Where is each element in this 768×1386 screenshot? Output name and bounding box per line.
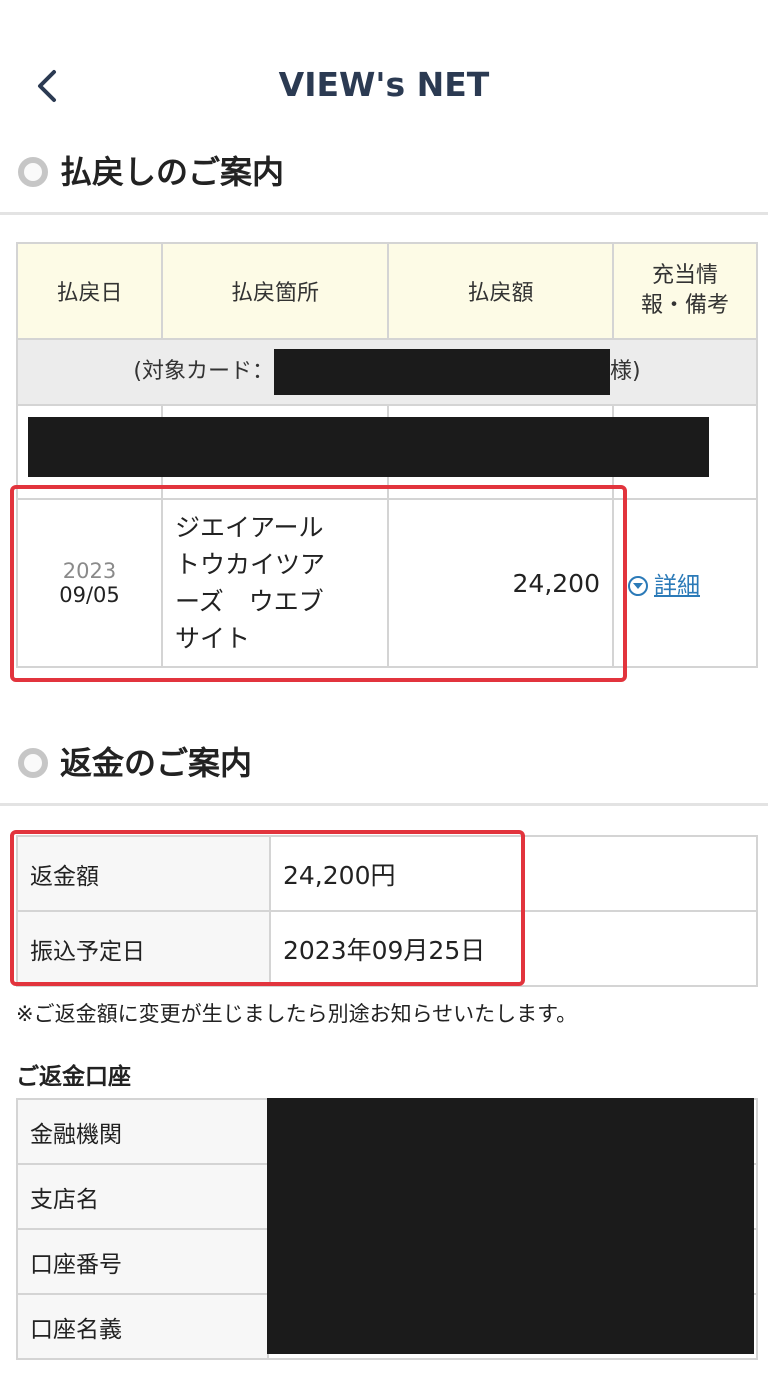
account-bank-label: 金融機関 (16, 1098, 269, 1165)
highlight-box (10, 485, 627, 682)
header-refund-notes: 充当情 報・備考 (612, 242, 758, 340)
refund-table-header: 払戻日 払戻箇所 払戻額 充当情 報・備考 (16, 242, 758, 340)
dropdown-circle-icon (628, 576, 648, 596)
section-divider (0, 212, 768, 215)
app-title: VIEW's NET (278, 65, 490, 104)
notice-text: ※ご返金額に変更が生じましたら別途お知らせいたします。 (16, 1002, 578, 1026)
header-refund-place: 払戻箇所 (161, 242, 389, 340)
highlight-box (10, 830, 525, 986)
section-bullet-icon (18, 748, 48, 778)
refund-section-title: 払戻しのご案内 (60, 153, 285, 191)
header-refund-date: 払戻日 (16, 242, 163, 340)
section-bullet-icon (18, 157, 48, 187)
redaction-block (274, 349, 610, 395)
account-number-label: 口座番号 (16, 1228, 269, 1295)
header-refund-amount: 払戻額 (387, 242, 614, 340)
section-divider (0, 803, 768, 806)
redaction-block (28, 417, 709, 477)
account-section-title: ご返金口座 (16, 1064, 131, 1090)
account-branch-label: 支店名 (16, 1163, 269, 1230)
repay-section-title: 返金のご案内 (60, 744, 253, 782)
target-card-prefix: (対象カード： (133, 359, 274, 384)
target-card-suffix: 様) (610, 359, 641, 384)
target-card-row: (対象カード： 様) (16, 338, 758, 406)
detail-link[interactable]: 詳細 (628, 573, 700, 599)
refund-detail-cell: 詳細 (612, 498, 758, 668)
detail-link-label: 詳細 (654, 573, 700, 599)
account-holder-label: 口座名義 (16, 1293, 269, 1360)
redaction-block (267, 1098, 754, 1354)
